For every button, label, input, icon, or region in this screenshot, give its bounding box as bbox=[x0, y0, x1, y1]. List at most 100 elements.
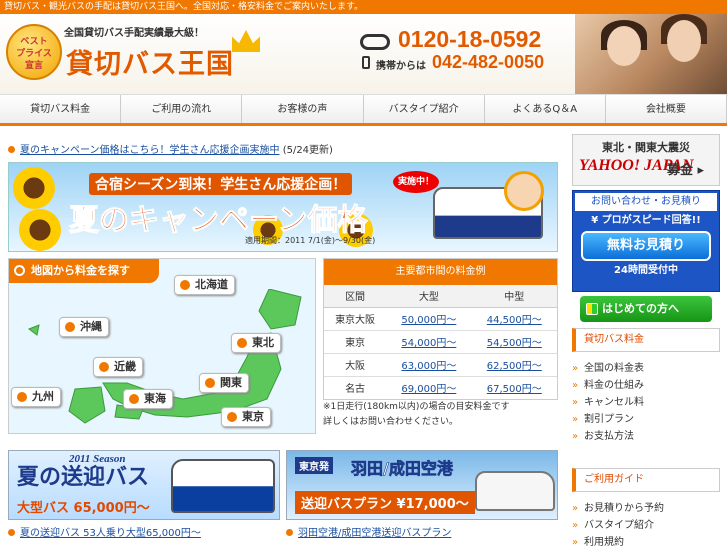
donation-label: 募金 ▸ bbox=[667, 163, 705, 178]
campaign-period: 適用期間：2011 7/1(金)〜9/30(金) bbox=[245, 236, 376, 245]
toll-free-number[interactable]: 0120-18-0592 bbox=[398, 26, 541, 53]
price-link[interactable]: 54,500円〜 bbox=[471, 329, 557, 353]
child-illustration bbox=[504, 171, 544, 211]
region-button-okinawa[interactable]: 沖縄 bbox=[59, 317, 109, 337]
crown-icon bbox=[232, 30, 260, 52]
site-logo[interactable]: 貸切バス王国 bbox=[66, 42, 234, 81]
contact-panel: お問い合わせ・お見積り ¥ プロがスピード回答!! 無料お見積り 24時間受付中 bbox=[572, 190, 720, 292]
nav-item-faq[interactable]: よくあるQ＆A bbox=[485, 95, 606, 123]
campaign-badge: 実施中！ bbox=[393, 171, 439, 193]
region-button-tokai[interactable]: 東海 bbox=[123, 389, 173, 409]
region-button-kanto[interactable]: 関東 bbox=[199, 373, 249, 393]
airport-caption: 羽田空港/成田空港送迎バスプラン bbox=[286, 524, 451, 539]
sidebar-link[interactable]: お見積りから予約 bbox=[572, 500, 720, 517]
mobile-phone-number[interactable]: 042-482-0050 bbox=[432, 52, 544, 73]
contact-hours: 24時間受付中 bbox=[614, 265, 678, 276]
price-link[interactable]: 67,500円〜 bbox=[471, 375, 557, 399]
map-header: 地図から料金を探す bbox=[9, 259, 159, 283]
price-table-caption: 主要都市間の料金例 bbox=[324, 259, 557, 285]
summer-shuttle-banner[interactable]: 2011 Season 夏の送迎バス 大型バス 65,000円〜 bbox=[8, 450, 280, 520]
nav-item-fares[interactable]: 貸切バス料金 bbox=[0, 95, 122, 123]
news-date: (5/24更新) bbox=[282, 145, 333, 156]
nav-item-company[interactable]: 会社概要 bbox=[606, 95, 727, 123]
shuttle-banner-price: 大型バス 65,000円〜 bbox=[17, 501, 150, 516]
region-button-tokyo[interactable]: 東京 bbox=[221, 407, 271, 427]
campaign-title: 夏のキャンペーン価格 bbox=[69, 203, 368, 239]
bullet-icon bbox=[286, 529, 293, 536]
table-row: 大阪 63,000円〜 62,500円〜 bbox=[324, 352, 557, 376]
beginner-leaf-icon bbox=[586, 303, 598, 315]
bullet-icon bbox=[8, 146, 15, 153]
top-announcement-text: 貸切バス・観光バスの手配は貸切バス王国へ。全国対応・格安料金でご案内いたします。 bbox=[4, 2, 364, 12]
airport-shuttle-banner[interactable]: 東京発 羽田/成田空港 送迎バスプラン ¥17,000〜 bbox=[286, 450, 558, 520]
map-header-label: 地図から料金を探す bbox=[31, 264, 130, 277]
region-button-kyushu[interactable]: 九州 bbox=[11, 387, 61, 407]
airport-banner-title: 羽田/成田空港 bbox=[351, 459, 453, 479]
route-cell: 大阪 bbox=[324, 352, 387, 376]
price-note-line-2: 詳しくはお問い合わせください。 bbox=[323, 417, 459, 427]
route-cell: 名古 bbox=[324, 375, 387, 399]
badge-line-2: プライス bbox=[16, 49, 52, 59]
price-link[interactable]: 54,000円〜 bbox=[386, 329, 472, 353]
price-link[interactable]: 69,000円〜 bbox=[386, 375, 472, 399]
shuttle-caption: 夏の送迎バス 53人乗り大型65,000円〜 bbox=[8, 524, 201, 539]
table-row: 東京 54,000円〜 54,500円〜 bbox=[324, 329, 557, 353]
sidebar-link[interactable]: 料金の仕組み bbox=[572, 377, 720, 394]
price-link[interactable]: 44,500円〜 bbox=[471, 306, 557, 330]
region-button-tohoku[interactable]: 東北 bbox=[231, 333, 281, 353]
campaign-headline: 合宿シーズン到来！学生さん応援企画！ bbox=[89, 173, 353, 195]
sunflower-icon bbox=[13, 167, 55, 209]
column-header-route: 区間 bbox=[324, 285, 387, 308]
site-tagline: 全国貸切バス手配実績最大級！ bbox=[64, 28, 204, 39]
price-link[interactable]: 50,000円〜 bbox=[386, 306, 472, 330]
beginners-guide-label: はじめての方へ bbox=[602, 302, 679, 315]
contact-heading: お問い合わせ・お見積り bbox=[575, 193, 717, 211]
sidebar-link[interactable]: 全国の料金表 bbox=[572, 360, 720, 377]
sidebar-link[interactable]: バスタイプ紹介 bbox=[572, 517, 720, 534]
search-icon bbox=[14, 265, 25, 276]
price-note: ※1日走行(180km以内)の場合の目安料金です 詳しくはお問い合わせください。 bbox=[323, 400, 509, 430]
price-table: 主要都市間の料金例 区間 大型 中型 東京大阪 50,000円〜 44,500円… bbox=[323, 258, 558, 400]
badge-line-1: ベスト bbox=[20, 37, 48, 47]
site-header: ベスト プライス 宣言 全国貸切バス手配実績最大級！ 貸切バス王国 0120-1… bbox=[0, 14, 727, 94]
main-navigation: 貸切バス料金 ご利用の流れ お客様の声 バスタイプ紹介 よくあるQ＆A 会社概要 bbox=[0, 94, 727, 126]
contact-subheading: ¥ プロがスピード回答!! bbox=[591, 215, 701, 226]
table-row: 東京大阪 50,000円〜 44,500円〜 bbox=[324, 306, 557, 330]
best-price-badge: ベスト プライス 宣言 bbox=[6, 24, 62, 80]
bus-illustration bbox=[171, 459, 275, 513]
sidebar-section-fares: 貸切バス料金 bbox=[572, 328, 720, 352]
nav-item-voices[interactable]: お客様の声 bbox=[242, 95, 364, 123]
donation-heading: 東北・関東大震災 bbox=[602, 141, 690, 154]
summer-campaign-banner[interactable]: 合宿シーズン到来！学生さん応援企画！ 夏のキャンペーン価格 適用期間：2011 … bbox=[8, 162, 558, 252]
freedial-icon bbox=[360, 34, 390, 50]
route-cell: 東京 bbox=[324, 329, 387, 353]
free-quote-button[interactable]: 無料お見積り bbox=[581, 231, 711, 261]
route-cell: 東京大阪 bbox=[324, 306, 387, 330]
beginners-guide-button[interactable]: はじめての方へ bbox=[580, 296, 712, 322]
sidebar-link[interactable]: キャンセル料 bbox=[572, 394, 720, 411]
sidebar-list-fares: 全国の料金表 料金の仕組み キャンセル料 割引プラン お支払方法 bbox=[572, 360, 720, 445]
airport-caption-link[interactable]: 羽田空港/成田空港送迎バスプラン bbox=[298, 528, 451, 539]
header-photo bbox=[575, 14, 727, 94]
nav-item-bus-types[interactable]: バスタイプ紹介 bbox=[364, 95, 485, 123]
region-map-panel: 地図から料金を探す 北海道 東北 関東 東京 東海 近畿 九州 沖縄 bbox=[8, 258, 316, 434]
badge-line-3: 宣言 bbox=[24, 61, 43, 71]
news-link[interactable]: 夏のキャンペーン価格はこちら！学生さん応援企画実施中 bbox=[20, 145, 280, 156]
region-button-kinki[interactable]: 近畿 bbox=[93, 357, 143, 377]
sidebar-list-guide: お見積りから予約 バスタイプ紹介 利用規約 bbox=[572, 500, 720, 551]
region-button-hokkaido[interactable]: 北海道 bbox=[174, 275, 235, 295]
sidebar-link[interactable]: 割引プラン bbox=[572, 411, 720, 428]
departure-tag: 東京発 bbox=[295, 457, 333, 474]
earthquake-donation-banner[interactable]: 東北・関東大震災 YAHOO! JAPAN 募金 ▸ bbox=[572, 134, 720, 186]
price-link[interactable]: 63,000円〜 bbox=[386, 352, 472, 376]
mobile-label: 携帯からは bbox=[376, 61, 426, 72]
mobile-phone-icon bbox=[362, 56, 370, 69]
top-announcement-bar: 貸切バス・観光バスの手配は貸切バス王国へ。全国対応・格安料金でご案内いたします。 bbox=[0, 0, 727, 14]
bullet-icon bbox=[8, 529, 15, 536]
price-link[interactable]: 62,500円〜 bbox=[471, 352, 557, 376]
sidebar-link[interactable]: 利用規約 bbox=[572, 534, 720, 551]
nav-item-flow[interactable]: ご利用の流れ bbox=[121, 95, 243, 123]
shuttle-caption-link[interactable]: 夏の送迎バス 53人乗り大型65,000円〜 bbox=[20, 528, 201, 539]
sunflower-icon bbox=[19, 209, 61, 251]
sidebar-link[interactable]: お支払方法 bbox=[572, 428, 720, 445]
